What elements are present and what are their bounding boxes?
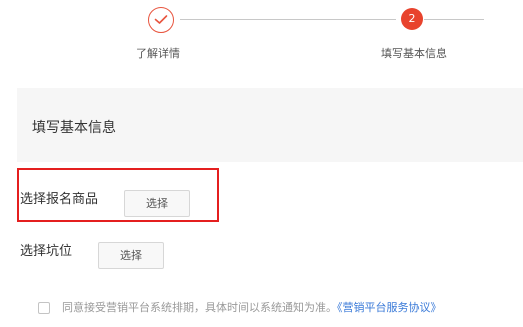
step-completed-indicator xyxy=(148,7,174,33)
section-header: 填写基本信息 xyxy=(17,88,523,162)
section-title: 填写基本信息 xyxy=(32,120,116,136)
select-product-button[interactable]: 选择 xyxy=(124,190,190,217)
service-agreement-link[interactable]: 《营销平台服务协议》 xyxy=(337,301,442,314)
slot-select-label: 选择坑位 xyxy=(20,244,73,259)
agreement-statement: 同意接受营销平台系统排期，具体时间以系统通知为准。 xyxy=(62,301,337,314)
step-current-indicator: 2 xyxy=(401,8,423,30)
progress-stepper: 2 了解详情 填写基本信息 xyxy=(0,0,523,86)
stepper-connector xyxy=(424,19,484,20)
stepper-connector xyxy=(180,19,396,20)
step-label-details: 了解详情 xyxy=(136,47,180,60)
select-slot-button[interactable]: 选择 xyxy=(98,242,164,269)
agreement-checkbox[interactable] xyxy=(38,302,50,314)
checkmark-icon xyxy=(154,15,168,24)
agreement-text: 同意接受营销平台系统排期，具体时间以系统通知为准。《营销平台服务协议》 xyxy=(62,299,442,315)
product-select-label: 选择报名商品 xyxy=(20,192,99,207)
step-label-basic-info: 填写基本信息 xyxy=(381,47,447,60)
